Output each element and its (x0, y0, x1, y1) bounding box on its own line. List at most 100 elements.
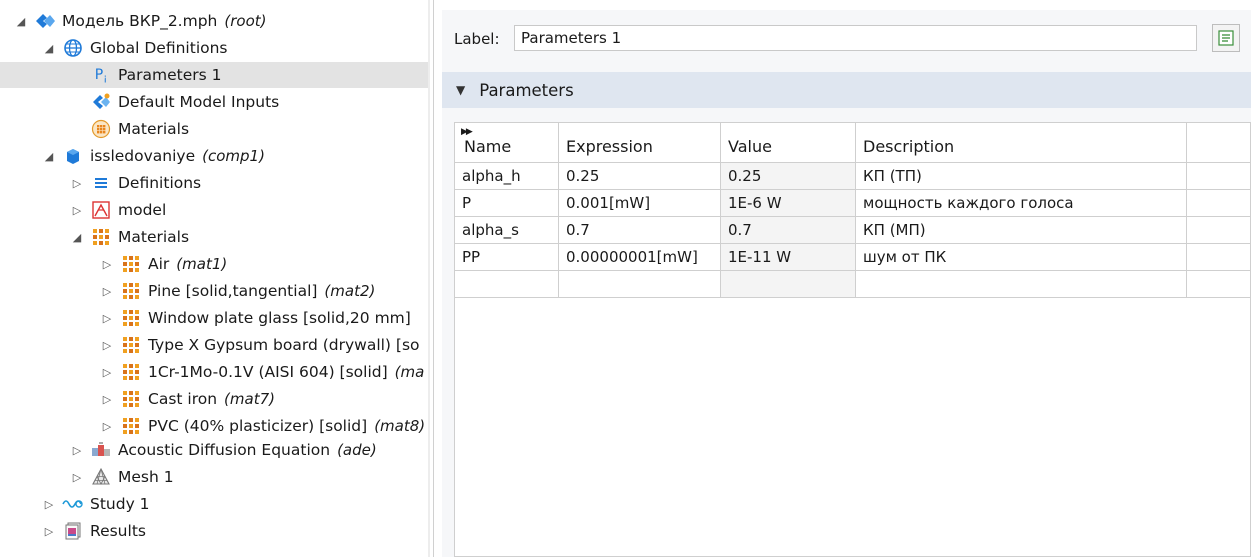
tree-node-global-definitions[interactable]: ◢ Global Definitions (42, 35, 228, 61)
tree-node-root-tag: (root) (224, 12, 267, 30)
cell-extra (1187, 190, 1250, 216)
expand-icon[interactable]: ▷ (70, 204, 84, 217)
section-title: Parameters (479, 80, 574, 100)
collapse-icon[interactable]: ◢ (42, 42, 56, 55)
tree-node-component-label: issledovaniye (90, 147, 196, 165)
material-item-label: Type X Gypsum board (drywall) [so (148, 336, 420, 354)
column-header-name[interactable]: ▶▶ Name (455, 123, 559, 162)
expand-icon[interactable]: ▷ (100, 312, 114, 325)
table-header: ▶▶ Name Expression Value Description (455, 123, 1250, 163)
collapse-section-icon[interactable]: ▼ (456, 83, 465, 97)
component-icon (62, 145, 84, 167)
tree-node-component-tag: (comp1) (202, 147, 265, 165)
tree-node-physics[interactable]: ▷ Acoustic Diffusion Equation (ade) (70, 437, 377, 463)
expand-icon[interactable]: ▷ (70, 444, 84, 457)
tree-node-material-item[interactable]: ▷ Air (mat1) (100, 251, 227, 277)
material-item-label: Air (148, 255, 170, 273)
expand-icon[interactable]: ▷ (100, 285, 114, 298)
expand-icon[interactable]: ▷ (100, 366, 114, 379)
expand-icon[interactable]: ▷ (42, 498, 56, 511)
tree-node-component[interactable]: ◢ issledovaniye (comp1) (42, 143, 265, 169)
expand-icon[interactable]: ▷ (100, 393, 114, 406)
tree-node-geometry[interactable]: ▷ model (70, 197, 167, 223)
table-row[interactable]: P 0.001[mW] 1E-6 W мощность каждого голо… (455, 190, 1250, 217)
cell-name[interactable]: alpha_h (455, 163, 559, 189)
tree-node-definitions[interactable]: ▷ Definitions (70, 170, 201, 196)
expand-icon[interactable]: ▷ (100, 258, 114, 271)
table-row[interactable]: alpha_h 0.25 0.25 КП (ТП) (455, 163, 1250, 190)
material-icon (120, 253, 142, 275)
collapse-icon[interactable]: ◢ (14, 15, 28, 28)
parameters-section-header[interactable]: ▼ Parameters (442, 72, 1251, 108)
header-label: Name (464, 137, 512, 156)
cell-expression[interactable]: 0.7 (559, 217, 721, 243)
cell-name[interactable] (455, 271, 559, 297)
material-icon (120, 307, 142, 329)
column-header-value[interactable]: Value (721, 123, 856, 162)
column-header-description[interactable]: Description (856, 123, 1187, 162)
material-item-label: Pine [solid,tangential] (148, 282, 318, 300)
cell-description[interactable] (856, 271, 1187, 297)
expand-icon[interactable]: ▷ (100, 420, 114, 433)
definitions-icon (90, 172, 112, 194)
table-row[interactable]: PP 0.00000001[mW] 1E-11 W шум от ПК (455, 244, 1250, 271)
cell-expression[interactable]: 0.001[mW] (559, 190, 721, 216)
label-input[interactable] (514, 25, 1197, 51)
collapse-icon[interactable]: ◢ (70, 231, 84, 244)
comsol-model-icon (34, 10, 56, 32)
tree-node-material-item[interactable]: ▷ Window plate glass [solid,20 mm] (100, 305, 411, 331)
material-icon (120, 361, 142, 383)
table-row[interactable]: alpha_s 0.7 0.7 КП (МП) (455, 217, 1250, 244)
cell-value: 1E-6 W (721, 190, 856, 216)
expand-icon[interactable]: ▷ (70, 177, 84, 190)
tree-node-material-item[interactable]: ▷ 1Cr-1Mo-0.1V (AISI 604) [solid] (ma (100, 359, 425, 385)
cell-expression[interactable]: 0.00000001[mW] (559, 244, 721, 270)
edit-list-icon (1218, 30, 1234, 46)
expand-icon[interactable]: ▷ (100, 339, 114, 352)
column-header-expression[interactable]: Expression (559, 123, 721, 162)
splitter[interactable] (428, 0, 430, 557)
tree-node-parameters-label: Parameters 1 (118, 66, 222, 84)
geometry-icon (90, 199, 112, 221)
material-item-label: PVC (40% plasticizer) [solid] (148, 417, 368, 435)
tree-node-global-materials[interactable]: Materials (70, 116, 189, 142)
default-inputs-icon (90, 91, 112, 113)
tree-node-root[interactable]: ◢ Модель ВКР_2.mph (root) (14, 8, 267, 34)
table-row-empty[interactable] (455, 271, 1250, 298)
tree-node-results[interactable]: ▷ Results (42, 518, 146, 544)
expand-icon[interactable]: ▷ (70, 471, 84, 484)
cell-description[interactable]: мощность каждого голоса (856, 190, 1187, 216)
column-header-extra (1187, 123, 1250, 162)
cell-extra (1187, 217, 1250, 243)
tree-node-global-materials-label: Materials (118, 120, 190, 138)
tree-node-mesh[interactable]: ▷ Mesh 1 (70, 464, 174, 490)
header-label: Description (863, 137, 955, 156)
expand-icon[interactable]: ▷ (42, 525, 56, 538)
tree-node-default-model-inputs[interactable]: Default Model Inputs (70, 89, 279, 115)
collapse-icon[interactable]: ◢ (42, 150, 56, 163)
tree-node-materials[interactable]: ◢ Materials (70, 224, 189, 250)
model-builder-tree: ◢ Модель ВКР_2.mph (root) ◢ Global Defin… (0, 0, 428, 557)
tree-node-material-item[interactable]: ▷ PVC (40% plasticizer) [solid] (mat8) (100, 413, 425, 439)
cell-expression[interactable] (559, 271, 721, 297)
cell-name[interactable]: PP (455, 244, 559, 270)
acoustics-icon (90, 439, 112, 461)
cell-description[interactable]: шум от ПК (856, 244, 1187, 270)
material-item-label: 1Cr-1Mo-0.1V (AISI 604) [solid] (148, 363, 388, 381)
tree-node-material-item[interactable]: ▷ Type X Gypsum board (drywall) [so (100, 332, 420, 358)
tree-node-study-label: Study 1 (90, 495, 150, 513)
cell-expression[interactable]: 0.25 (559, 163, 721, 189)
cell-name[interactable]: P (455, 190, 559, 216)
fast-forward-icon[interactable]: ▶▶ (461, 127, 473, 137)
tree-node-mesh-label: Mesh 1 (118, 468, 174, 486)
header-label: Value (728, 137, 772, 156)
tree-node-material-item[interactable]: ▷ Pine [solid,tangential] (mat2) (100, 278, 376, 304)
cell-description[interactable]: КП (ТП) (856, 163, 1187, 189)
tree-node-parameters[interactable]: P¡ Parameters 1 (0, 62, 428, 88)
tree-node-study[interactable]: ▷ Study 1 (42, 491, 150, 517)
cell-name[interactable]: alpha_s (455, 217, 559, 243)
cell-description[interactable]: КП (МП) (856, 217, 1187, 243)
tree-node-material-item[interactable]: ▷ Cast iron (mat7) (100, 386, 275, 412)
tree-node-default-model-inputs-label: Default Model Inputs (118, 93, 280, 111)
edit-label-button[interactable] (1212, 24, 1240, 52)
